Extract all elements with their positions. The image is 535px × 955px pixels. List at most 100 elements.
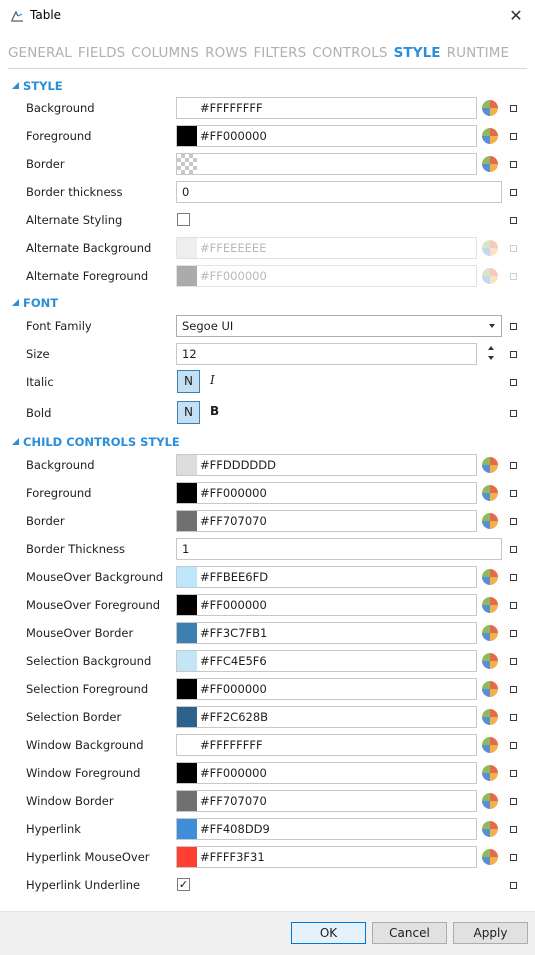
color-field[interactable]: #FFEEEEEE — [176, 237, 477, 259]
color-picker-icon[interactable] — [482, 268, 498, 284]
close-button[interactable]: ✕ — [505, 5, 527, 27]
color-value: #FFDDDDDD — [200, 458, 276, 472]
color-field[interactable]: #FFC4E5F6 — [176, 650, 477, 672]
reset-value-icon[interactable] — [510, 490, 517, 497]
section-style-header[interactable]: STYLE — [12, 79, 63, 93]
font-family-select[interactable]: Segoe UI — [176, 315, 502, 337]
color-field[interactable]: #FFBEE6FD — [176, 566, 477, 588]
color-field[interactable]: #FF408DD9 — [176, 818, 477, 840]
reset-value-icon[interactable] — [510, 574, 517, 581]
color-picker-icon[interactable] — [482, 793, 498, 809]
reset-value-icon[interactable] — [510, 770, 517, 777]
bold-normal-toggle[interactable]: N — [177, 401, 200, 424]
color-picker-icon[interactable] — [482, 681, 498, 697]
color-picker-icon[interactable] — [482, 156, 498, 172]
cancel-button[interactable]: Cancel — [372, 922, 447, 944]
color-picker-icon[interactable] — [482, 128, 498, 144]
color-picker-icon[interactable] — [482, 653, 498, 669]
color-field[interactable]: #FF000000 — [176, 482, 477, 504]
child-window-foreground-row: Window Foreground #FF000000 — [0, 759, 535, 787]
color-picker-icon[interactable] — [482, 821, 498, 837]
section-font-header[interactable]: FONT — [12, 296, 58, 310]
color-picker-icon[interactable] — [482, 240, 498, 256]
tab-rows[interactable]: ROWS — [205, 45, 247, 61]
reset-value-icon[interactable] — [510, 410, 517, 417]
reset-value-icon[interactable] — [510, 630, 517, 637]
reset-value-icon[interactable] — [510, 351, 517, 358]
reset-value-icon[interactable] — [510, 742, 517, 749]
color-field[interactable]: #FFFFFFFF — [176, 734, 477, 756]
reset-value-icon[interactable] — [510, 161, 517, 168]
color-field[interactable]: #FFFFFFFF — [176, 97, 477, 119]
font-size-stepper[interactable] — [488, 344, 496, 364]
color-picker-icon[interactable] — [482, 765, 498, 781]
reset-value-icon[interactable] — [510, 854, 517, 861]
child-hyperlink-mouseover-row: Hyperlink MouseOver #FFFF3F31 — [0, 843, 535, 871]
child-window-background-row: Window Background #FFFFFFFF — [0, 731, 535, 759]
stepper-down-icon[interactable] — [488, 356, 494, 360]
reset-value-icon[interactable] — [510, 714, 517, 721]
color-field[interactable]: #FF000000 — [176, 678, 477, 700]
color-field[interactable]: #FF000000 — [176, 125, 477, 147]
color-picker-icon[interactable] — [482, 625, 498, 641]
reset-value-icon[interactable] — [510, 245, 517, 252]
reset-value-icon[interactable] — [510, 882, 517, 889]
hyperlink-underline-checkbox[interactable]: ✓ — [177, 878, 190, 891]
border-thickness-input[interactable]: 0 — [176, 181, 502, 203]
tab-general[interactable]: GENERAL — [8, 45, 72, 61]
color-picker-icon[interactable] — [482, 737, 498, 753]
color-picker-icon[interactable] — [482, 849, 498, 865]
tab-style[interactable]: STYLE — [394, 45, 441, 61]
italic-normal-toggle[interactable]: N — [177, 370, 200, 393]
reset-value-icon[interactable] — [510, 189, 517, 196]
color-field[interactable]: #FF000000 — [176, 762, 477, 784]
color-value: #FF3C7FB1 — [200, 626, 268, 640]
color-picker-icon[interactable] — [482, 513, 498, 529]
ok-button[interactable]: OK — [291, 922, 366, 944]
tab-filters[interactable]: FILTERS — [253, 45, 306, 61]
color-field[interactable]: #FFFF3F31 — [176, 846, 477, 868]
color-field[interactable]: #FF000000 — [176, 594, 477, 616]
reset-value-icon[interactable] — [510, 826, 517, 833]
reset-value-icon[interactable] — [510, 658, 517, 665]
reset-value-icon[interactable] — [510, 273, 517, 280]
font-size-input[interactable]: 12 — [176, 343, 477, 365]
reset-value-icon[interactable] — [510, 518, 517, 525]
tab-runtime[interactable]: RUNTIME — [447, 45, 509, 61]
reset-value-icon[interactable] — [510, 323, 517, 330]
border-thickness-input[interactable]: 1 — [176, 538, 502, 560]
color-picker-icon[interactable] — [482, 100, 498, 116]
color-picker-icon[interactable] — [482, 709, 498, 725]
color-field[interactable]: #FF707070 — [176, 510, 477, 532]
stepper-up-icon[interactable] — [488, 346, 494, 350]
reset-value-icon[interactable] — [510, 133, 517, 140]
color-picker-icon[interactable] — [482, 485, 498, 501]
color-picker-icon[interactable] — [482, 597, 498, 613]
reset-value-icon[interactable] — [510, 546, 517, 553]
color-field[interactable]: #FF3C7FB1 — [176, 622, 477, 644]
color-value: #FF707070 — [200, 514, 267, 528]
color-picker-icon[interactable] — [482, 457, 498, 473]
tab-controls[interactable]: CONTROLS — [312, 45, 387, 61]
section-child-controls-header[interactable]: CHILD CONTROLS STYLE — [12, 435, 180, 449]
tab-columns[interactable]: COLUMNS — [131, 45, 199, 61]
color-field[interactable] — [176, 153, 477, 175]
reset-value-icon[interactable] — [510, 379, 517, 386]
color-field[interactable]: #FFDDDDDD — [176, 454, 477, 476]
bold-toggle[interactable]: B — [210, 404, 219, 418]
reset-value-icon[interactable] — [510, 602, 517, 609]
italic-toggle[interactable]: I — [210, 373, 215, 387]
color-picker-icon[interactable] — [482, 569, 498, 585]
alternate-styling-checkbox[interactable] — [177, 213, 190, 226]
tab-fields[interactable]: FIELDS — [78, 45, 125, 61]
reset-value-icon[interactable] — [510, 798, 517, 805]
color-field[interactable]: #FF000000 — [176, 265, 477, 287]
reset-value-icon[interactable] — [510, 686, 517, 693]
reset-value-icon[interactable] — [510, 462, 517, 469]
title-bar: Table ✕ — [0, 0, 535, 32]
reset-value-icon[interactable] — [510, 105, 517, 112]
color-field[interactable]: #FF2C628B — [176, 706, 477, 728]
reset-value-icon[interactable] — [510, 217, 517, 224]
apply-button[interactable]: Apply — [453, 922, 528, 944]
color-field[interactable]: #FF707070 — [176, 790, 477, 812]
